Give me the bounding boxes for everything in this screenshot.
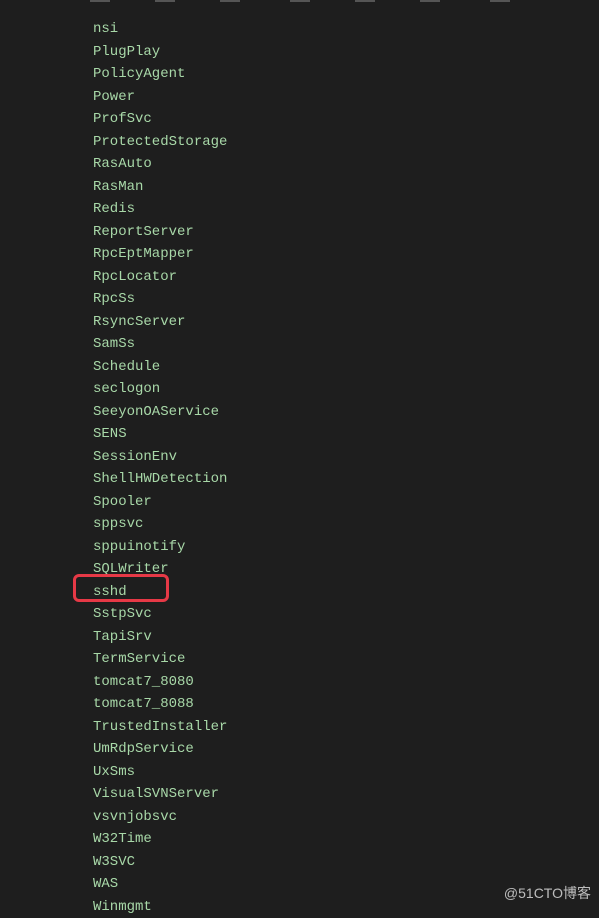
- service-item: sppsvc: [93, 513, 599, 536]
- service-item: SstpSvc: [93, 603, 599, 626]
- service-item: TapiSrv: [93, 626, 599, 649]
- service-item: VisualSVNServer: [93, 783, 599, 806]
- service-item: TermService: [93, 648, 599, 671]
- service-list: nsiPlugPlayPolicyAgentPowerProfSvcProtec…: [0, 0, 599, 918]
- watermark-text: @51CTO博客: [504, 883, 591, 903]
- service-item: ProtectedStorage: [93, 131, 599, 154]
- service-item: SeeyonOAService: [93, 401, 599, 424]
- service-item: SamSs: [93, 333, 599, 356]
- service-item: Schedule: [93, 356, 599, 379]
- service-item: vsvnjobsvc: [93, 806, 599, 829]
- service-item: ShellHWDetection: [93, 468, 599, 491]
- service-item: nsi: [93, 18, 599, 41]
- service-item: RpcSs: [93, 288, 599, 311]
- service-item: sshd: [93, 581, 599, 604]
- service-item: UxSms: [93, 761, 599, 784]
- service-item: sppuinotify: [93, 536, 599, 559]
- service-item: SENS: [93, 423, 599, 446]
- service-item: RasMan: [93, 176, 599, 199]
- service-item: UmRdpService: [93, 738, 599, 761]
- service-item: RsyncServer: [93, 311, 599, 334]
- service-item: tomcat7_8088: [93, 693, 599, 716]
- service-item: RasAuto: [93, 153, 599, 176]
- service-item: RpcEptMapper: [93, 243, 599, 266]
- decorative-top-marks: [0, 0, 599, 3]
- service-item: Power: [93, 86, 599, 109]
- service-item: RpcLocator: [93, 266, 599, 289]
- service-item: W32Time: [93, 828, 599, 851]
- service-item: PlugPlay: [93, 41, 599, 64]
- service-item: Spooler: [93, 491, 599, 514]
- service-item: tomcat7_8080: [93, 671, 599, 694]
- service-item: SessionEnv: [93, 446, 599, 469]
- service-item: ReportServer: [93, 221, 599, 244]
- service-item: Redis: [93, 198, 599, 221]
- service-item: ProfSvc: [93, 108, 599, 131]
- service-item: seclogon: [93, 378, 599, 401]
- service-item: TrustedInstaller: [93, 716, 599, 739]
- service-item: W3SVC: [93, 851, 599, 874]
- service-item: PolicyAgent: [93, 63, 599, 86]
- service-item: SQLWriter: [93, 558, 599, 581]
